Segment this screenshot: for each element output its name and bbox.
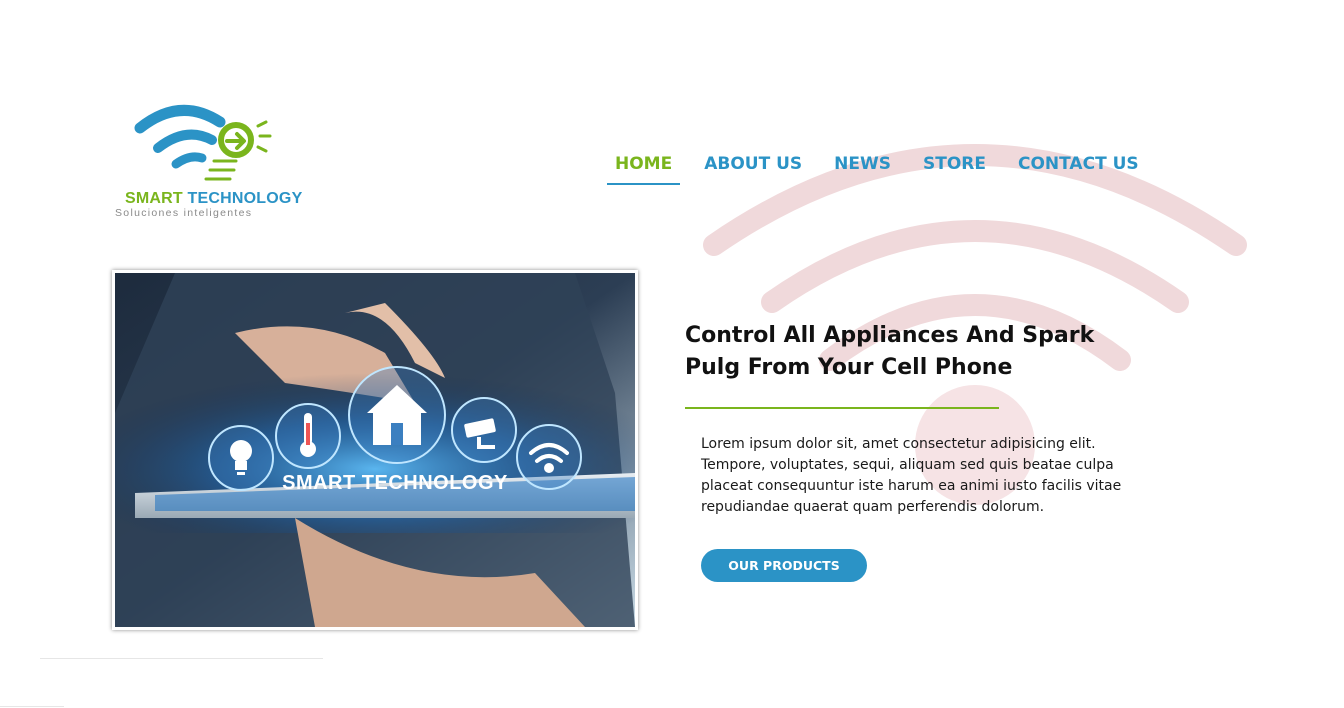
logo-name-technology: TECHNOLOGY xyxy=(187,190,303,207)
landing-page: SMART TECHNOLOGY Soluciones inteligentes… xyxy=(0,0,1344,708)
nav-item-news[interactable]: NEWS xyxy=(826,150,899,185)
footer-divider-short xyxy=(0,706,64,707)
main-nav: HOME ABOUT US NEWS STORE CONTACT US xyxy=(607,150,1147,186)
hero-image-caption: SMART TECHNOLOGY xyxy=(282,472,508,494)
nav-item-contact-us[interactable]: CONTACT US xyxy=(1010,150,1147,185)
nav-item-home[interactable]: HOME xyxy=(607,150,681,185)
footer-divider xyxy=(40,658,323,659)
logo-name-smart: SMART xyxy=(125,190,183,207)
hero-headline: Control All Appliances And Spark Pulg Fr… xyxy=(685,323,1095,380)
hero-body-text: Lorem ipsum dolor sit, amet consectetur … xyxy=(701,436,1122,515)
headline-divider xyxy=(685,407,999,409)
logo-name: SMART TECHNOLOGY xyxy=(125,190,302,208)
nav-item-about-us[interactable]: ABOUT US xyxy=(696,150,810,185)
our-products-button[interactable]: OUR PRODUCTS xyxy=(701,549,867,582)
nav-item-store[interactable]: STORE xyxy=(915,150,994,185)
logo-wifi-bulb-icon xyxy=(134,104,272,181)
hero-image: SMART TECHNOLOGY xyxy=(112,270,638,630)
brand-logo[interactable]: SMART TECHNOLOGY Soluciones inteligentes xyxy=(112,100,327,220)
logo-tagline: Soluciones inteligentes xyxy=(115,207,253,219)
hero-illustration: SMART TECHNOLOGY xyxy=(115,273,635,627)
